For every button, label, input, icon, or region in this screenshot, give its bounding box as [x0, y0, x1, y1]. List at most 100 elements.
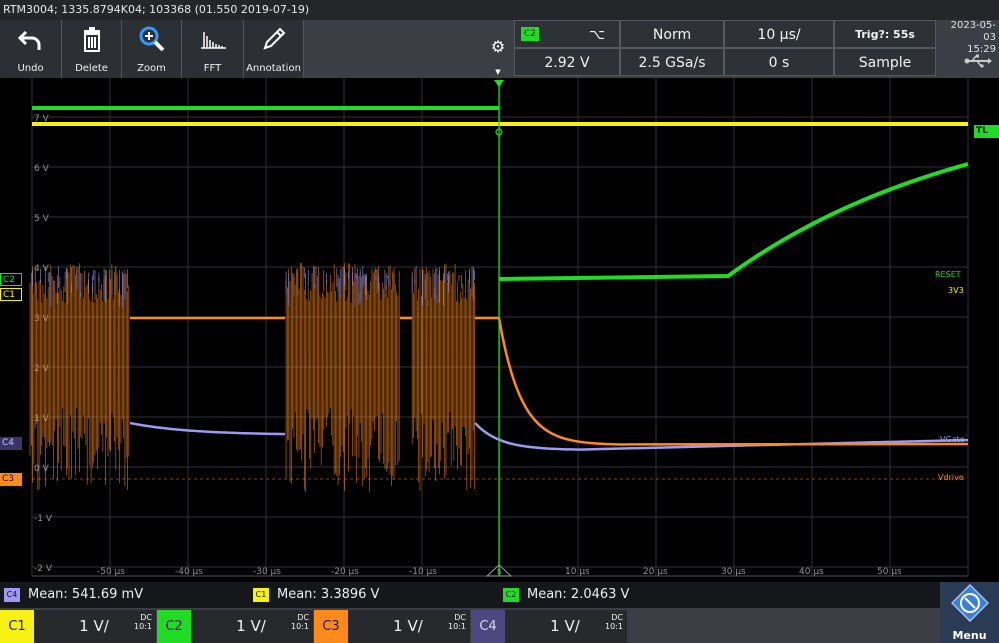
measurement-c2[interactable]: C2 Mean: 2.0463 V	[503, 586, 629, 604]
trigger-status-cell[interactable]: Trig?: 55s	[834, 20, 936, 48]
time-axis-label: -40 µs	[175, 567, 203, 577]
trigger-level-cell[interactable]: 2.92 V	[514, 48, 620, 76]
gear-icon: ⚙	[490, 37, 506, 56]
undo-label: Undo	[17, 63, 44, 74]
zoom-label: Zoom	[137, 63, 166, 74]
voltage-axis-label: -2 V	[34, 564, 53, 574]
zoom-button[interactable]: Zoom	[122, 20, 182, 78]
channel-4-coupling: DC 10:1	[605, 613, 623, 631]
annotation-label: Annotation	[246, 63, 301, 74]
measurement-c1[interactable]: C1 Mean: 3.3896 V	[253, 586, 379, 604]
undo-icon	[17, 30, 40, 50]
measurement-c1-value: Mean: 3.3896 V	[277, 587, 380, 602]
title-bar: RTM3004; 1335.8794K04; 103368 (01.550 20…	[0, 0, 999, 20]
measurement-bar: C4 Mean: 541.69 mV C1 Mean: 3.3896 V C2 Mea…	[0, 582, 999, 608]
time-axis-label: 30 µs	[721, 567, 746, 577]
channel-3-coupling: DC 10:1	[448, 613, 466, 631]
menu-button[interactable]: Menu	[940, 582, 999, 643]
channel-4-box[interactable]: C4 1 V/ DC 10:1	[471, 610, 627, 643]
fft-button[interactable]: FFT	[182, 20, 244, 78]
trace-labels: RESET 3V3 VGate Vdrive	[935, 270, 965, 482]
trigger-markers	[485, 80, 513, 577]
channel-4-probe: 10:1	[605, 622, 623, 631]
trace-label-vgate: VGate	[940, 435, 965, 444]
annotation-button[interactable]: Annotation	[244, 20, 304, 78]
time-axis-label: 40 µs	[799, 567, 824, 577]
channel-1-offset-marker[interactable]: C1	[0, 288, 22, 301]
time-axis-label: 50 µs	[877, 567, 902, 577]
zoom-icon	[139, 26, 164, 52]
menu-label: Menu	[952, 629, 987, 642]
timebase-cell[interactable]: 10 µs/	[724, 20, 834, 48]
channel-4-offset-marker[interactable]: C4	[0, 437, 22, 450]
acquisition-mode-cell[interactable]: Sample	[834, 48, 936, 76]
date-text: 2023-05-03	[950, 20, 996, 43]
trace-label-v3v3: 3V3	[948, 286, 964, 295]
channel-1-probe: 10:1	[134, 622, 152, 631]
voltage-axis-label: -1 V	[34, 514, 53, 524]
sample-rate-cell[interactable]: 2.5 GSa/s	[620, 48, 724, 76]
horizontal-position-cell[interactable]: 0 s	[724, 48, 834, 76]
trace-label-vdrive: Vdrive	[938, 473, 964, 482]
c4-trace	[129, 421, 286, 436]
channel-3-coupling-mode: DC	[454, 613, 466, 622]
undo-button[interactable]: Undo	[0, 20, 62, 78]
channel-3-tag: C3	[314, 610, 348, 643]
fft-label: FFT	[203, 63, 222, 74]
trigger-slope-icon: ⌥	[589, 27, 606, 43]
voltage-axis-label: 6 V	[34, 164, 50, 174]
channel-2-probe: 10:1	[291, 622, 309, 631]
measurement-c4[interactable]: C4 Mean: 541.69 mV	[4, 586, 143, 604]
measurement-c2-value: Mean: 2.0463 V	[527, 587, 630, 602]
channel-4-scale: 1 V/	[550, 617, 580, 635]
trigger-level-marker[interactable]: TL	[974, 125, 999, 138]
settings-button[interactable]: ⚙ ▼	[486, 20, 510, 78]
delete-label: Delete	[75, 63, 108, 74]
rs-logo-icon	[951, 584, 989, 622]
measurement-c4-chip: C4	[4, 587, 20, 602]
voltage-axis-label: 4 V	[34, 264, 50, 274]
fft-icon	[200, 32, 226, 49]
time-axis-label: -30 µs	[253, 567, 281, 577]
channel-1-tag: C1	[0, 610, 34, 643]
measurement-c1-chip: C1	[253, 587, 269, 602]
time-axis-label: -20 µs	[331, 567, 359, 577]
time-axis-label: -10 µs	[409, 567, 437, 577]
measurement-c2-chip: C2	[503, 587, 519, 602]
pen-icon	[262, 27, 285, 50]
channel-2-offset-marker[interactable]: C2	[0, 273, 22, 286]
channel-1-box[interactable]: C1 1 V/ DC 10:1	[0, 610, 156, 643]
trigger-mode-cell[interactable]: Norm	[620, 20, 724, 48]
voltage-axis-label: 0 V	[34, 464, 50, 474]
usb-icon	[964, 54, 992, 68]
time-axis-label: 10 µs	[565, 567, 590, 577]
trigger-source-cell[interactable]: C2 ⌥	[514, 20, 620, 48]
trigger-position-arrow-icon	[494, 80, 504, 87]
time-axis-label: 20 µs	[643, 567, 668, 577]
time-axis-label: -50 µs	[97, 567, 125, 577]
waveform-display[interactable]: 7 V6 V5 V4 V3 V2 V1 V0 V-1 V-2 V -50 µs-…	[0, 78, 999, 582]
measurement-c4-value: Mean: 541.69 mV	[28, 587, 144, 602]
channel-1-coupling-mode: DC	[140, 613, 152, 622]
channel-bar: C1 1 V/ DC 10:1 C2 1 V/ DC 10:1 C3 1 V/ DC…	[0, 608, 999, 643]
channel-4-tag: C4	[471, 610, 505, 643]
channel-3-probe: 10:1	[448, 622, 466, 631]
delete-button[interactable]: Delete	[62, 20, 122, 78]
window-title: RTM3004; 1335.8794K04; 103368 (01.550 20…	[3, 3, 310, 16]
channel-3-box[interactable]: C3 1 V/ DC 10:1	[314, 610, 470, 643]
c4-trace-after-trigger	[474, 422, 969, 451]
settings-dropdown-arrow-icon: ▼	[495, 68, 501, 76]
waveform-svg: 7 V6 V5 V4 V3 V2 V1 V0 V-1 V-2 V -50 µs-…	[29, 78, 969, 577]
trigger-source-badge: C2	[521, 27, 539, 41]
channel-3-offset-marker[interactable]: C3	[0, 473, 22, 486]
trace-label-reset: RESET	[935, 270, 961, 279]
channel-3-scale: 1 V/	[393, 617, 423, 635]
channel-2-coupling: DC 10:1	[291, 613, 309, 631]
channel-2-coupling-mode: DC	[297, 613, 309, 622]
datetime: 2023-05-03 15:29	[938, 20, 999, 56]
channel-2-box[interactable]: C2 1 V/ DC 10:1	[157, 610, 313, 643]
channel-2-tag: C2	[157, 610, 191, 643]
channel-2-scale: 1 V/	[236, 617, 266, 635]
trash-icon	[83, 27, 100, 52]
voltage-axis-label: 5 V	[34, 214, 50, 224]
